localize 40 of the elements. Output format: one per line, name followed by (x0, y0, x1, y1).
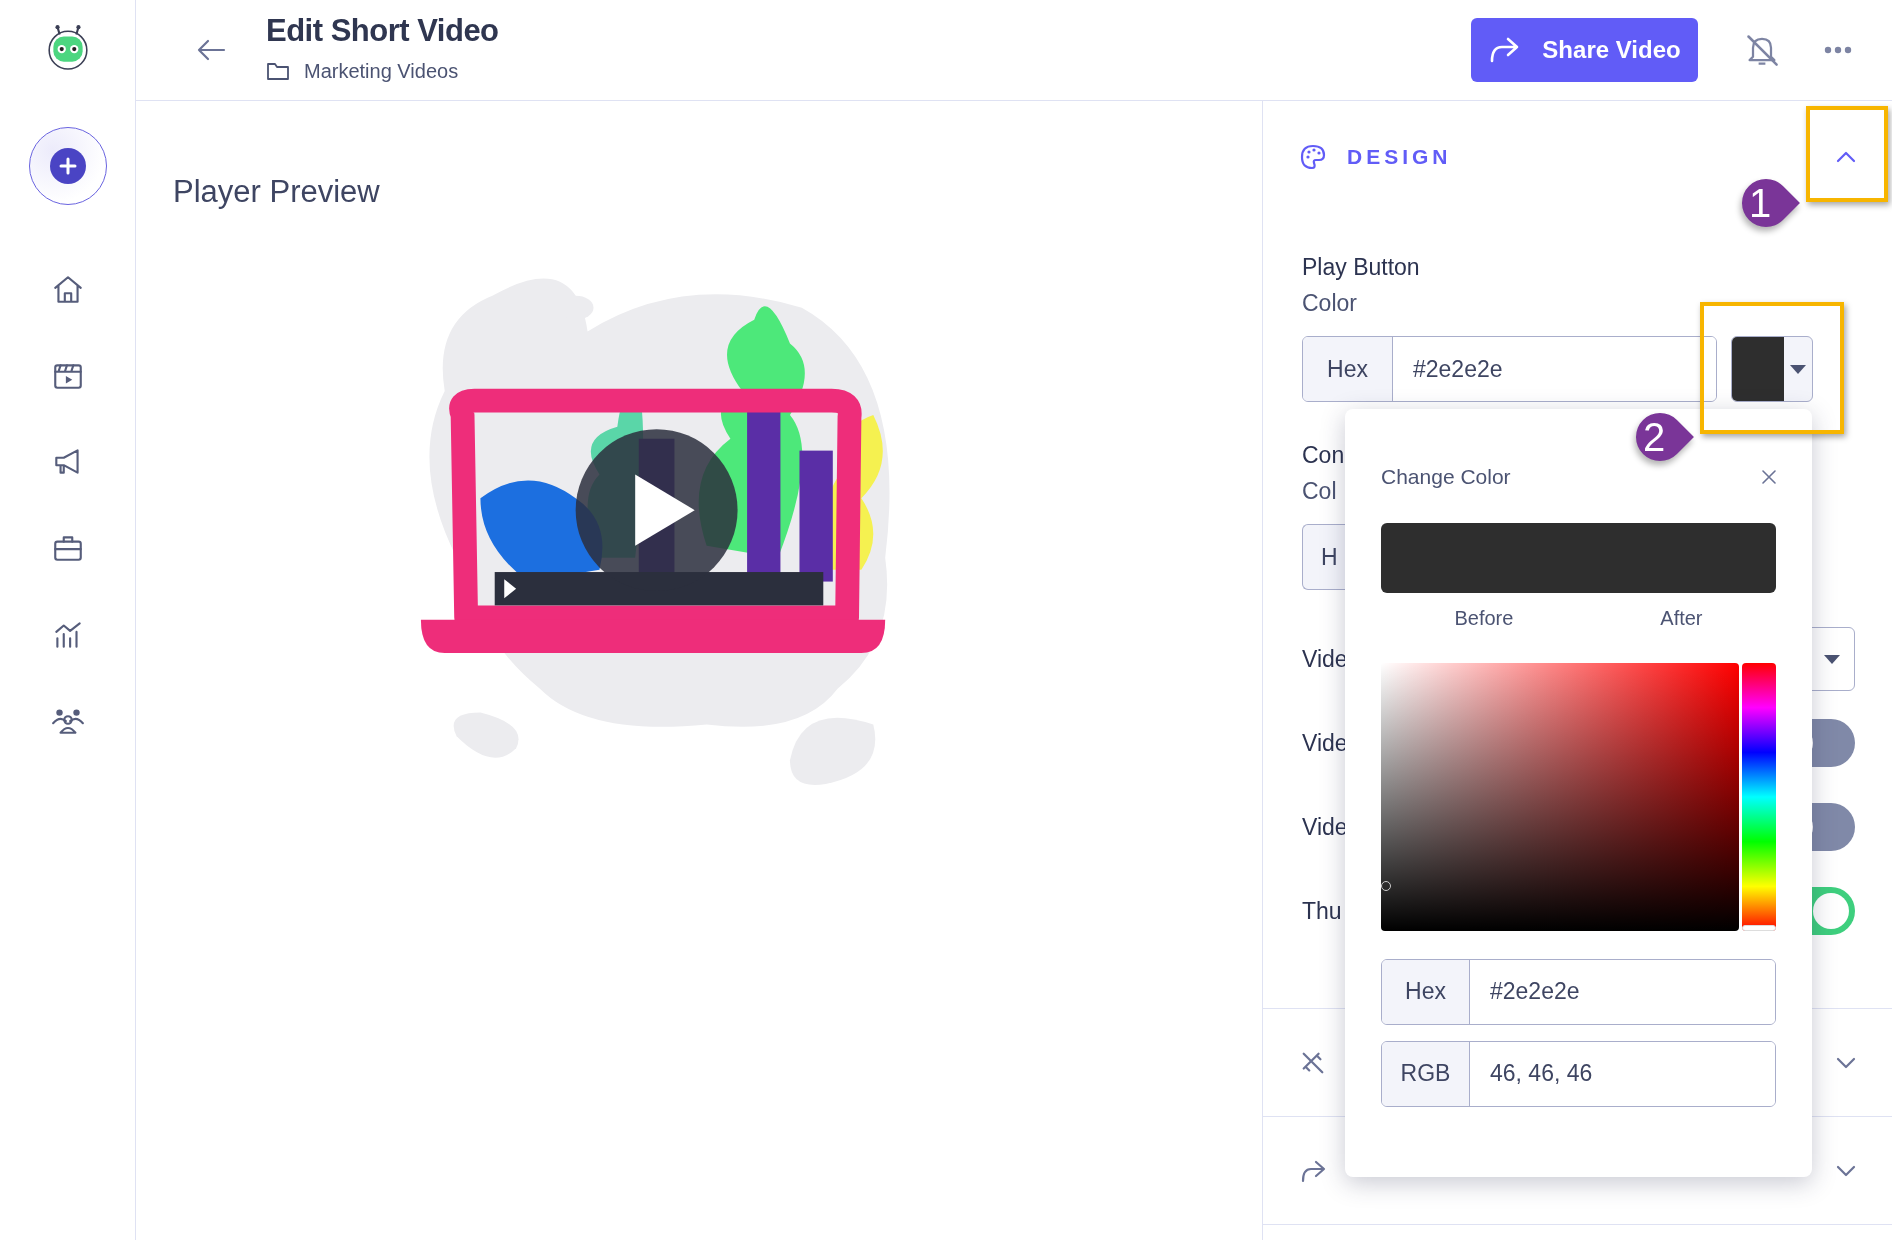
robot-logo-icon (46, 24, 89, 70)
hue-slider[interactable] (1742, 662, 1776, 931)
hex-input-field[interactable]: Hex #2e2e2e (1302, 336, 1717, 402)
popover-title: Change Color (1381, 464, 1511, 490)
field-label: Con (1302, 441, 1345, 470)
color-swatch-dropdown[interactable] (1731, 336, 1813, 402)
saturation-picker[interactable] (1381, 662, 1739, 931)
rgb-input-field[interactable]: RGB 46, 46, 46 (1381, 1040, 1776, 1107)
field-label: Thu (1302, 896, 1342, 926)
more-options-icon[interactable] (1824, 46, 1852, 54)
field-label: Vide (1302, 812, 1348, 842)
field-label: Vide (1302, 644, 1348, 674)
input-addon: RGB (1382, 1041, 1470, 1106)
chevron-down-icon[interactable] (1836, 1056, 1856, 1069)
share-arrow-icon (1488, 36, 1521, 64)
preview-label: Before (1454, 605, 1514, 631)
field-label: Play Button (1302, 253, 1420, 282)
chevron-down-icon[interactable] (1836, 1164, 1856, 1177)
page-title: Edit Short Video (266, 13, 499, 49)
caret-down-icon (1790, 364, 1806, 374)
plus-icon (57, 156, 78, 176)
caret-down-icon (1824, 654, 1840, 664)
input-addon: Hex (1382, 959, 1470, 1024)
section-title: DESIGN (1347, 144, 1452, 171)
field-label: Vide (1302, 728, 1348, 758)
field-label: Col (1302, 476, 1337, 506)
share-video-button[interactable]: Share Video (1471, 18, 1698, 82)
folder-icon (266, 61, 290, 82)
hex-input-field[interactable]: Hex #2e2e2e (1381, 958, 1776, 1025)
field-label: Color (1302, 288, 1357, 318)
section-heading: Player Preview (173, 173, 381, 211)
slider-handle[interactable] (1742, 924, 1776, 931)
folder-link[interactable]: Marketing Videos (304, 56, 459, 87)
input-addon: Hex (1303, 337, 1393, 401)
preview-label: After (1660, 605, 1703, 631)
back-arrow-icon[interactable] (196, 38, 226, 62)
palette-icon (1299, 143, 1327, 171)
chevron-up-icon[interactable] (1836, 151, 1856, 163)
close-icon[interactable] (1762, 469, 1776, 484)
muted-bell-icon[interactable] (1744, 32, 1780, 68)
